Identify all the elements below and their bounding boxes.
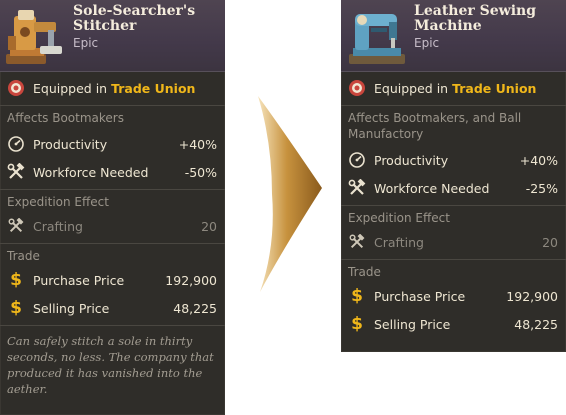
expedition-value: 20 [542, 234, 558, 250]
arrow-right-icon [258, 96, 322, 292]
gauge-icon [6, 134, 26, 154]
dollar-icon: $ [351, 286, 363, 306]
affects-text: Affects Bootmakers [7, 111, 124, 125]
stat-value: -25% [525, 180, 558, 196]
divider [341, 205, 566, 206]
trade-label: Purchase Price [33, 272, 125, 288]
stat-row-productivity: Productivity +40% [341, 146, 566, 174]
stat-value: -50% [184, 164, 217, 180]
trade-row-purchase: $ Purchase Price 192,900 [0, 266, 225, 294]
trade-label: Selling Price [33, 300, 110, 316]
divider [0, 105, 225, 106]
stat-label: Productivity [33, 136, 108, 152]
stat-row-workforce: Workforce Needed -50% [0, 158, 225, 186]
divider [0, 325, 225, 326]
trade-title: Trade [7, 249, 40, 263]
trade-union-emblem-icon [347, 78, 367, 98]
equipped-row: Equipped in Trade Union [341, 74, 566, 102]
trade-union-emblem-icon [6, 78, 26, 98]
hammer-wrench-icon [347, 232, 367, 252]
divider [0, 189, 225, 190]
equipped-location: Trade Union [452, 80, 537, 96]
stat-row-workforce: Workforce Needed -25% [341, 174, 566, 202]
stat-row-productivity: Productivity +40% [0, 130, 225, 158]
expedition-value: 20 [201, 218, 217, 234]
divider [0, 243, 225, 244]
tooltip-card-left: Sole-Searcher's Stitcher Epic Equipped i… [0, 0, 225, 415]
equipped-location: Trade Union [111, 80, 196, 96]
item-name: Leather Sewing Machine [414, 3, 536, 34]
divider [341, 259, 566, 260]
tooltip-card-right: Leather Sewing Machine Epic Equipped in … [341, 0, 566, 352]
trade-label: Purchase Price [374, 288, 466, 304]
trade-row-selling: $ Selling Price 48,225 [341, 310, 566, 338]
divider [341, 105, 566, 106]
trade-row-selling: $ Selling Price 48,225 [0, 294, 225, 322]
expedition-title: Expedition Effect [348, 211, 450, 225]
expedition-row: Crafting 20 [341, 228, 566, 256]
trade-value: 192,900 [506, 288, 558, 304]
item-rarity: Epic [414, 36, 440, 50]
affects-text: Affects Bootmakers, and Ball Manufactory [348, 111, 522, 141]
expedition-label: Crafting [374, 234, 424, 250]
dollar-icon: $ [351, 314, 363, 334]
trade-title: Trade [348, 265, 381, 279]
item-rarity: Epic [73, 36, 99, 50]
gauge-icon [347, 150, 367, 170]
item-description: Can safely stitch a sole in thirty secon… [7, 334, 214, 396]
trade-value: 48,225 [514, 316, 558, 332]
equipped-row: Equipped in Trade Union [0, 74, 225, 102]
item-header: Sole-Searcher's Stitcher Epic [0, 0, 225, 72]
hammer-wrench-icon [6, 216, 26, 236]
sewing-machine-icon [349, 14, 405, 64]
hammer-wrench-icon [6, 162, 26, 182]
stat-value: +40% [519, 152, 558, 168]
item-header: Leather Sewing Machine Epic [341, 0, 566, 72]
dollar-icon: $ [10, 298, 22, 318]
trade-value: 48,225 [173, 300, 217, 316]
trade-value: 192,900 [165, 272, 217, 288]
stat-label: Productivity [374, 152, 449, 168]
stat-value: +40% [178, 136, 217, 152]
stitcher-machine-icon [6, 10, 62, 64]
item-name: Sole-Searcher's Stitcher [73, 3, 196, 34]
dollar-icon: $ [10, 270, 22, 290]
equipped-prefix: Equipped in [374, 80, 449, 96]
equipped-prefix: Equipped in [33, 80, 108, 96]
expedition-title: Expedition Effect [7, 195, 109, 209]
stat-label: Workforce Needed [374, 180, 490, 196]
stat-label: Workforce Needed [33, 164, 149, 180]
trade-row-purchase: $ Purchase Price 192,900 [341, 282, 566, 310]
expedition-label: Crafting [33, 218, 83, 234]
trade-label: Selling Price [374, 316, 451, 332]
expedition-row: Crafting 20 [0, 212, 225, 240]
hammer-wrench-icon [347, 178, 367, 198]
